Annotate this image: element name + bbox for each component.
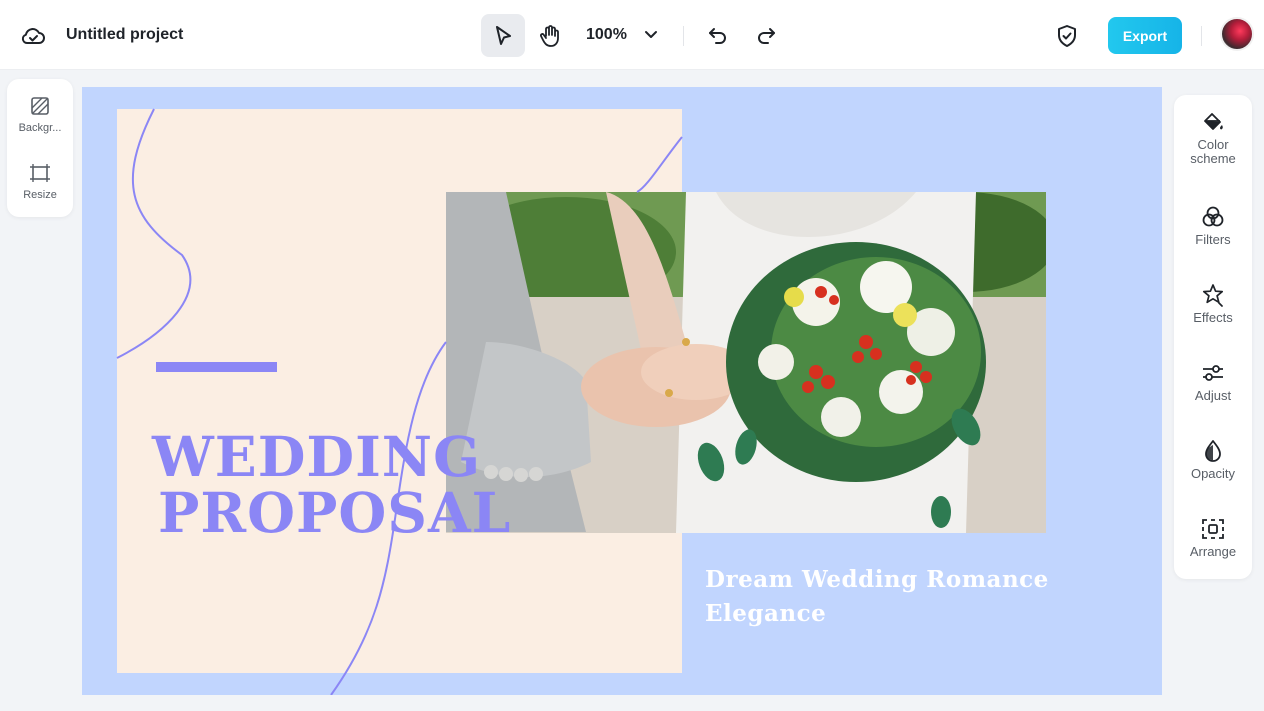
cloud-icon[interactable] xyxy=(20,24,46,46)
sidebar-item-label: Color scheme xyxy=(1190,137,1236,166)
select-tool-button[interactable] xyxy=(481,14,525,57)
design-canvas[interactable]: WEDDING PROPOSAL Dream Wedding Romance E… xyxy=(82,87,1162,695)
shield-check-icon[interactable] xyxy=(1056,24,1078,48)
headline-line-1: WEDDING xyxy=(152,424,482,489)
sidebar-item-label: Opacity xyxy=(1190,466,1236,481)
right-side-panel: Color scheme Filters Effects Adjust Opac… xyxy=(1174,95,1252,579)
paint-bucket-icon xyxy=(1204,113,1223,130)
sidebar-item-label: Resize xyxy=(23,189,57,201)
sidebar-item-opacity[interactable]: Opacity xyxy=(1174,439,1252,481)
resize-icon xyxy=(30,164,50,182)
background-icon xyxy=(31,97,49,115)
sidebar-item-label: Effects xyxy=(1193,310,1233,325)
export-button[interactable]: Export xyxy=(1108,17,1182,54)
headline-text[interactable]: WEDDING PROPOSAL xyxy=(152,429,532,541)
subtitle-text[interactable]: Dream Wedding Romance Elegance xyxy=(705,563,1085,631)
select-pointer-icon xyxy=(496,25,511,45)
zoom-level[interactable]: 100% xyxy=(586,26,627,44)
headline-line-2: PROPOSAL xyxy=(158,480,512,545)
sidebar-item-label: Backgr... xyxy=(18,122,62,134)
droplet-icon xyxy=(1205,440,1221,462)
sliders-icon xyxy=(1203,365,1223,381)
sidebar-item-label: Arrange xyxy=(1189,544,1237,559)
arrange-icon xyxy=(1202,519,1224,539)
sidebar-item-adjust[interactable]: Adjust xyxy=(1174,361,1252,403)
hand-tool-button[interactable] xyxy=(528,14,572,57)
top-toolbar: Untitled project 100% Export xyxy=(0,0,1264,70)
toolbar-divider xyxy=(1201,26,1202,46)
chevron-down-icon[interactable] xyxy=(642,28,660,42)
undo-icon[interactable] xyxy=(707,24,729,46)
filters-icon xyxy=(1202,206,1224,227)
redo-icon[interactable] xyxy=(755,24,777,46)
toolbar-divider xyxy=(683,26,684,46)
sidebar-item-label: Filters xyxy=(1195,232,1231,247)
sidebar-item-resize[interactable]: Resize xyxy=(7,163,73,201)
left-side-panel: Backgr... Resize xyxy=(7,79,73,217)
sidebar-item-effects[interactable]: Effects xyxy=(1174,283,1252,325)
project-title[interactable]: Untitled project xyxy=(66,26,183,44)
sidebar-item-filters[interactable]: Filters xyxy=(1174,205,1252,247)
hand-pan-icon xyxy=(540,24,559,47)
avatar[interactable] xyxy=(1220,17,1254,51)
sidebar-item-background[interactable]: Backgr... xyxy=(7,96,73,134)
effects-star-icon xyxy=(1202,284,1224,307)
sidebar-item-color-scheme[interactable]: Color scheme xyxy=(1174,110,1252,166)
sidebar-item-label: Adjust xyxy=(1194,388,1232,403)
sidebar-item-arrange[interactable]: Arrange xyxy=(1174,517,1252,559)
